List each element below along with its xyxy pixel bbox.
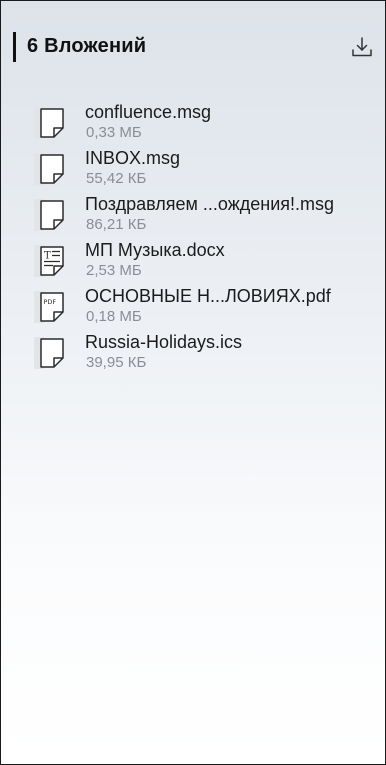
attachment-size: 0,18 МБ	[86, 308, 142, 325]
attachment-item[interactable]: PDF ОСНОВНЫЕ Н...ЛОВИЯХ.pdf 0,18 МБ	[1, 282, 385, 328]
attachment-item[interactable]: Russia-Holidays.ics 39,95 КБ	[1, 328, 385, 374]
download-icon	[352, 37, 372, 57]
attachment-item[interactable]: confluence.msg 0,33 МБ	[1, 98, 385, 144]
text-document-icon: T	[34, 245, 64, 277]
generic-file-icon	[34, 153, 64, 185]
generic-file-icon	[34, 337, 64, 369]
attachment-size: 2,53 МБ	[86, 262, 142, 279]
attachment-size: 86,21 КБ	[86, 216, 147, 233]
attachments-list: confluence.msg 0,33 МБ INBOX.msg 55,42 К…	[1, 98, 385, 374]
pdf-label: PDF	[44, 298, 57, 306]
attachments-title: 6 Вложений	[27, 35, 147, 57]
attachment-size: 55,42 КБ	[86, 170, 147, 187]
download-all-button[interactable]	[346, 31, 378, 63]
attachment-name: ОСНОВНЫЕ Н...ЛОВИЯХ.pdf	[85, 286, 331, 306]
attachments-panel: 6 Вложений confluence.msg 0,33 МБ INBOX.…	[0, 0, 386, 765]
attachment-item[interactable]: INBOX.msg 55,42 КБ	[1, 144, 385, 190]
text-document-glyph: T	[44, 251, 51, 262]
attachment-name: INBOX.msg	[85, 148, 181, 168]
attachment-name: confluence.msg	[85, 102, 212, 122]
pdf-file-icon: PDF	[34, 291, 64, 323]
generic-file-icon	[34, 199, 64, 231]
attachments-header: 6 Вложений	[1, 1, 385, 71]
attachment-size: 0,33 МБ	[86, 124, 142, 141]
attachment-item[interactable]: T МП Музыка.docx 2,53 МБ	[1, 236, 385, 282]
attachment-size: 39,95 КБ	[86, 354, 147, 371]
attachment-name: Russia-Holidays.ics	[85, 332, 243, 352]
attachment-name: МП Музыка.docx	[85, 240, 225, 260]
attachment-name: Поздравляем ...ождения!.msg	[85, 194, 335, 214]
attachment-item[interactable]: Поздравляем ...ождения!.msg 86,21 КБ	[1, 190, 385, 236]
header-accent-bar	[13, 32, 16, 62]
generic-file-icon	[34, 107, 64, 139]
